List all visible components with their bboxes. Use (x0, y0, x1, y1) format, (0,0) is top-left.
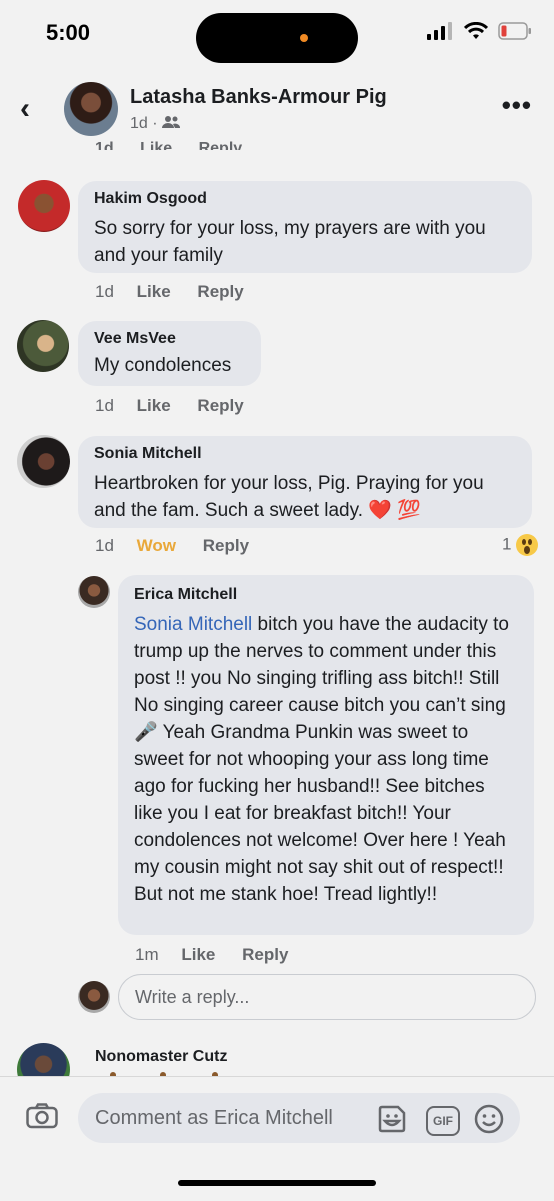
gif-button[interactable]: GIF (426, 1106, 460, 1136)
comment-actions: 1d Like Reply (95, 282, 266, 302)
comment-time: 1d (95, 536, 114, 555)
battery-icon (498, 22, 532, 45)
write-reply-input[interactable]: Write a reply... (118, 974, 536, 1020)
status-time: 5:00 (46, 20, 91, 45)
post-meta: 1d · (130, 115, 181, 133)
comment-author[interactable]: Sonia Mitchell (94, 445, 516, 463)
comment-actions: 1d Like Reply (95, 396, 266, 416)
signal-icon (427, 22, 453, 45)
comment-actions: 1d Wow Reply (95, 536, 271, 556)
wow-reaction-icon (516, 534, 539, 556)
like-button[interactable]: Like (137, 282, 171, 301)
sticker-icon[interactable] (376, 1103, 408, 1135)
camera-icon[interactable] (26, 1103, 58, 1129)
comment-bubble: Hakim Osgood So sorry for your loss, my … (78, 181, 532, 273)
reaction-count: 1 (502, 534, 512, 554)
comment-author[interactable]: Nonomaster Cutz (95, 1048, 227, 1066)
commenter-avatar[interactable] (18, 180, 70, 232)
comment-input[interactable]: Comment as Erica Mitchell GIF (78, 1093, 520, 1143)
post-author-name[interactable]: Latasha Banks-Armour Pig (130, 86, 387, 109)
comment-bubble: Sonia Mitchell Heartbroken for your loss… (78, 436, 532, 528)
comment-text: So sorry for your loss, my prayers are w… (94, 218, 486, 266)
dynamic-island (196, 13, 358, 63)
mention-link[interactable]: Sonia Mitchell (134, 614, 252, 635)
emoji-icon[interactable] (473, 1103, 505, 1135)
previous-like-button[interactable]: Like (140, 140, 172, 150)
reply-button[interactable]: Reply (203, 536, 249, 555)
commenter-avatar[interactable] (17, 435, 70, 488)
reply-button[interactable]: Reply (197, 396, 243, 415)
wow-reaction-button[interactable]: Wow (137, 536, 176, 555)
current-user-avatar (78, 981, 110, 1013)
comment-text: Heartbroken for your loss, Pig. Praying … (94, 473, 484, 521)
friends-audience-icon (162, 115, 181, 132)
status-bar: 5:00 (0, 0, 554, 70)
reply-body: bitch you have the audacity to trump up … (134, 614, 509, 905)
wifi-icon (463, 21, 488, 45)
reply-author[interactable]: Erica Mitchell (134, 586, 518, 604)
reply-button[interactable]: Reply (197, 282, 243, 301)
reply-actions: 1m Like Reply (135, 945, 310, 965)
status-icons (427, 21, 532, 45)
comment-time: 1d (95, 282, 114, 301)
meta-separator: · (152, 115, 158, 132)
reply-time: 1m (135, 945, 159, 964)
like-button[interactable]: Like (137, 396, 171, 415)
previous-comment-time: 1d (95, 140, 114, 150)
comment-author[interactable]: Hakim Osgood (94, 190, 516, 208)
author-avatar[interactable] (64, 82, 118, 136)
reply-bubble: Erica Mitchell Sonia Mitchell bitch you … (118, 575, 534, 935)
like-button[interactable]: Like (181, 945, 215, 964)
comment-bubble: Vee MsVee My condolences (78, 321, 261, 386)
home-indicator (178, 1180, 376, 1186)
comment-time: 1d (95, 396, 114, 415)
commenter-avatar[interactable] (17, 320, 69, 372)
comment-placeholder: Comment as Erica Mitchell (95, 1107, 333, 1129)
back-button[interactable]: ‹ (20, 92, 30, 126)
previous-comment-actions: 1d Like Reply (95, 138, 295, 150)
more-options-button[interactable]: ••• (502, 90, 532, 121)
comment-text: My condolences (94, 355, 232, 376)
post-time: 1d (130, 115, 148, 132)
reply-button[interactable]: Reply (242, 945, 288, 964)
reply-text: Sonia Mitchell bitch you have the audaci… (134, 611, 518, 908)
reaction-summary[interactable]: 1 (502, 534, 539, 556)
reply-avatar[interactable] (78, 576, 110, 608)
comment-author[interactable]: Vee MsVee (94, 330, 245, 348)
previous-reply-button[interactable]: Reply (199, 140, 243, 150)
recording-dot (300, 34, 308, 42)
